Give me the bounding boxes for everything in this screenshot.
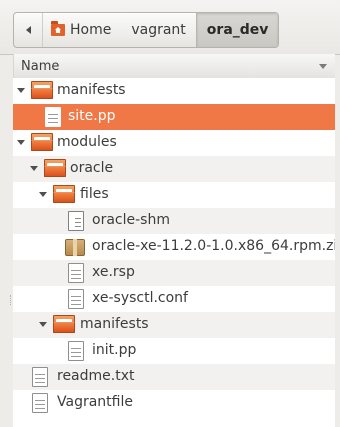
- text-file-icon: [32, 367, 48, 387]
- tree-row-label: readme.txt: [57, 368, 135, 384]
- tree-row-label: oracle-shm: [92, 212, 170, 228]
- expander-chevron-down-icon[interactable]: [17, 88, 25, 93]
- triangle-left-icon: [25, 26, 31, 34]
- tree-row-label: manifests: [57, 82, 126, 98]
- tree-row-xe-sysctl-conf[interactable]: xe-sysctl.conf: [13, 286, 335, 312]
- tree-row-modules[interactable]: modules: [13, 130, 335, 156]
- script-file-icon: [68, 211, 84, 231]
- expander-chevron-down-icon[interactable]: [39, 192, 47, 197]
- tree-row-vagrantfile[interactable]: Vagrantfile: [13, 390, 335, 416]
- folder-icon: [44, 159, 66, 177]
- tree-row-label: modules: [57, 134, 117, 150]
- tree-row-oracle-shm[interactable]: oracle-shm: [13, 208, 335, 234]
- text-file-icon: [32, 393, 48, 413]
- archive-package-icon: [65, 239, 85, 256]
- tree-row-label: site.pp: [68, 108, 116, 124]
- expander-chevron-down-icon[interactable]: [17, 140, 25, 145]
- breadcrumb-back-button[interactable]: [14, 13, 43, 47]
- tree-row-label: xe.rsp: [92, 264, 135, 280]
- expander-chevron-down-icon[interactable]: [30, 166, 38, 171]
- tree-row-manifests[interactable]: manifests: [13, 78, 335, 104]
- tree-row-label: Vagrantfile: [57, 394, 133, 410]
- tree-row-oracle[interactable]: oracle: [13, 156, 335, 182]
- folder-icon: [31, 133, 53, 151]
- text-file-icon: [68, 263, 84, 283]
- tree-row-readme-txt[interactable]: readme.txt: [13, 364, 335, 390]
- tree-row-oracle-xe-zip[interactable]: oracle-xe-11.2.0-1.0.x86_64.rpm.zip: [13, 234, 335, 260]
- breadcrumb-vagrant-label: vagrant: [131, 22, 186, 38]
- text-file-icon: [45, 107, 61, 127]
- tree-row-label: xe-sysctl.conf: [92, 290, 188, 306]
- tree-row-xe-rsp[interactable]: xe.rsp: [13, 260, 335, 286]
- folder-icon: [53, 185, 75, 203]
- tree-row-label: manifests: [80, 316, 149, 332]
- text-file-icon: [68, 289, 84, 309]
- folder-icon: [53, 315, 75, 333]
- tree-row-manifests-sub[interactable]: manifests: [13, 312, 335, 338]
- breadcrumb-home[interactable]: Home: [43, 13, 121, 47]
- tree-row-label: init.pp: [92, 342, 137, 358]
- folder-icon: [31, 81, 53, 99]
- name-column-header[interactable]: Name: [13, 54, 335, 79]
- tree-row-label: files: [80, 186, 109, 202]
- tree-row-init-pp[interactable]: init.pp: [13, 338, 335, 364]
- name-column-label: Name: [21, 58, 60, 74]
- file-tree[interactable]: manifests site.pp modules oracle files o…: [13, 78, 335, 427]
- tree-row-label: oracle: [70, 160, 114, 176]
- tree-row-files[interactable]: files: [13, 182, 335, 208]
- tree-row-label: oracle-xe-11.2.0-1.0.x86_64.rpm.zip: [92, 238, 335, 254]
- breadcrumb-vagrant[interactable]: vagrant: [121, 13, 195, 47]
- breadcrumb-current-label: ora_dev: [206, 22, 269, 38]
- text-file-icon: [68, 341, 84, 361]
- breadcrumb-current[interactable]: ora_dev: [195, 13, 279, 47]
- tree-row-site-pp[interactable]: site.pp: [13, 104, 335, 130]
- breadcrumb: Home vagrant ora_dev: [13, 12, 280, 48]
- expander-chevron-down-icon[interactable]: [39, 322, 47, 327]
- breadcrumb-home-label: Home: [70, 22, 112, 38]
- column-divider: [13, 54, 14, 78]
- pane-resize-grip[interactable]: [10, 295, 13, 305]
- chevron-down-icon: [319, 63, 327, 69]
- home-folder-icon: [51, 21, 65, 36]
- location-toolbar: Home vagrant ora_dev: [0, 0, 340, 55]
